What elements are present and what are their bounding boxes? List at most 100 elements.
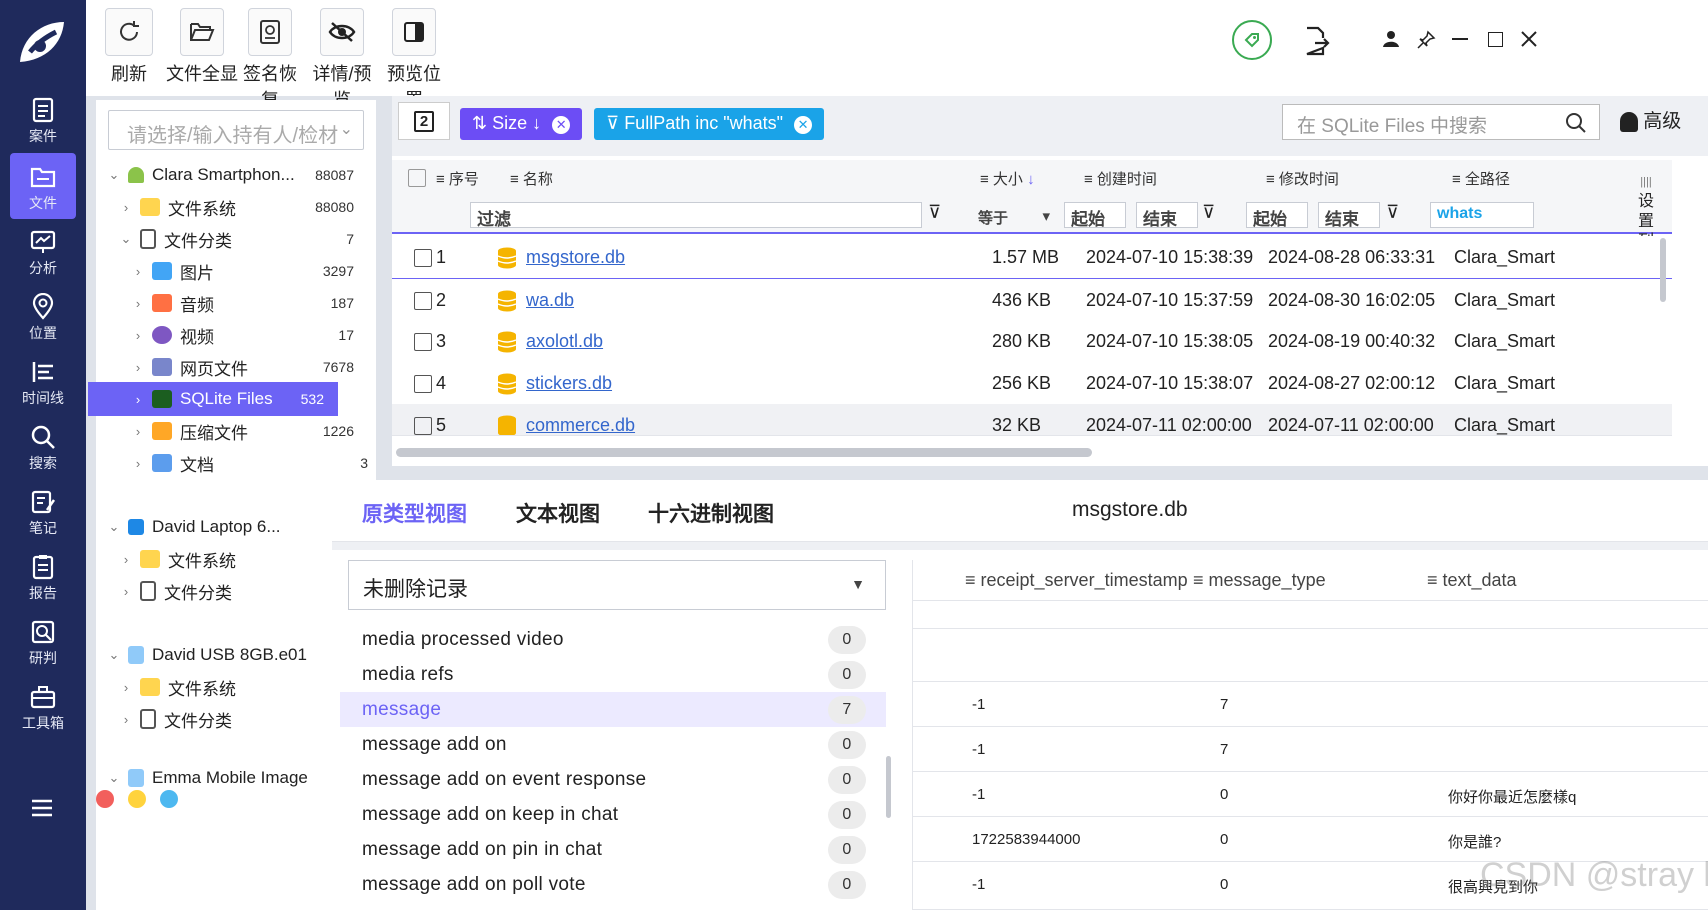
- col-text-data[interactable]: ≡ text_data: [1427, 560, 1517, 600]
- file-name-link[interactable]: axolotl.db: [526, 331, 603, 352]
- menu-icon[interactable]: [30, 798, 54, 823]
- nav-report[interactable]: 报告: [10, 543, 76, 609]
- path-filter-input[interactable]: whats: [1430, 202, 1534, 228]
- table-list-item[interactable]: media refs 0: [340, 657, 886, 692]
- tree-node-sqlite[interactable]: › SQLite Files 532: [88, 382, 338, 416]
- tree-node-david-laptop[interactable]: ⌄David Laptop 6...323: [96, 510, 368, 544]
- tree-node-categories[interactable]: ⌄ 文件分类 7: [96, 222, 368, 256]
- tree-node-david-usb[interactable]: ⌄ David USB 8GB.e01: [96, 638, 368, 672]
- table-list-item[interactable]: message add on poll vote 0: [340, 867, 886, 902]
- col-name[interactable]: ≡ 名称: [510, 168, 553, 189]
- show-all-button[interactable]: 文件全显: [164, 8, 240, 86]
- minimize-icon[interactable]: [1452, 38, 1468, 40]
- vertical-scrollbar[interactable]: [1660, 238, 1666, 302]
- col-created[interactable]: ≡ 创建时间: [1084, 168, 1157, 189]
- record-type-select[interactable]: 未删除记录 ▼: [348, 560, 886, 610]
- row-checkbox[interactable]: [414, 292, 432, 310]
- filter-icon[interactable]: ⊽: [928, 202, 941, 223]
- size-operator-select[interactable]: 等于 ▾: [972, 202, 1056, 228]
- modified-end-input[interactable]: 结束: [1318, 202, 1380, 229]
- row-checkbox[interactable]: [414, 249, 432, 267]
- tree-node-filesystem-3[interactable]: › 文件系统: [96, 670, 368, 704]
- close-icon[interactable]: [1520, 30, 1538, 53]
- path-filter-chip[interactable]: ⊽ FullPath inc "whats" ✕: [594, 108, 825, 140]
- horizontal-scrollbar[interactable]: [396, 448, 1092, 457]
- record-row[interactable]: [912, 629, 1708, 682]
- tab-hex-view[interactable]: 十六进制视图: [648, 498, 774, 528]
- tree-node-categories-2[interactable]: › 文件分类: [96, 574, 368, 608]
- record-filter-row[interactable]: [912, 601, 1708, 629]
- tree-node-categories-3[interactable]: › 文件分类: [96, 702, 368, 736]
- row-checkbox[interactable]: [414, 375, 432, 393]
- filter-icon[interactable]: ⊽: [1386, 202, 1399, 223]
- tab-native-view[interactable]: 原类型视图: [362, 498, 467, 528]
- table-row[interactable]: 4 stickers.db 256 KB 2024-07-10 15:38:07…: [392, 362, 1672, 406]
- nav-timeline[interactable]: 时间线: [10, 348, 76, 414]
- modified-start-input[interactable]: 起始: [1246, 202, 1308, 229]
- row-checkbox[interactable]: [414, 417, 432, 435]
- sig-restore-button[interactable]: 签名恢复: [236, 8, 304, 112]
- nav-notes[interactable]: 笔记: [10, 478, 76, 544]
- page-number-button[interactable]: 2: [398, 102, 450, 140]
- col-modified[interactable]: ≡ 修改时间: [1266, 168, 1339, 189]
- col-seq[interactable]: ≡ 序号: [436, 168, 479, 189]
- table-list-scrollbar[interactable]: [886, 756, 891, 818]
- export-icon[interactable]: [1304, 26, 1330, 61]
- pin-icon[interactable]: [1416, 30, 1436, 55]
- col-path[interactable]: ≡ 全路径: [1452, 168, 1510, 189]
- tree-node-filesystem-2[interactable]: ›文件系统323: [96, 542, 368, 576]
- file-name-link[interactable]: commerce.db: [526, 415, 635, 435]
- table-row[interactable]: 5 commerce.db 32 KB 2024-07-11 02:00:00 …: [392, 404, 1672, 436]
- record-row[interactable]: -1 7: [912, 727, 1708, 772]
- tree-node-web[interactable]: › 网页文件 7678: [96, 350, 368, 384]
- table-row[interactable]: 1 msgstore.db 1.57 MB 2024-07-10 15:38:3…: [392, 236, 1672, 280]
- tree-node-filesystem[interactable]: › 文件系统 88080: [96, 190, 368, 224]
- table-row[interactable]: 3 axolotl.db 280 KB 2024-07-10 15:38:05 …: [392, 320, 1672, 364]
- name-filter-input[interactable]: 过滤: [470, 202, 922, 229]
- col-size[interactable]: ≡ 大小 ↓: [980, 168, 1035, 189]
- table-list-item[interactable]: message add on event response 0: [340, 762, 886, 797]
- user-icon[interactable]: [1382, 30, 1400, 53]
- tree-node-images[interactable]: › 图片 3297: [96, 254, 368, 288]
- table-list-item[interactable]: message add on 0: [340, 727, 886, 762]
- created-end-input[interactable]: 结束: [1136, 202, 1198, 229]
- remove-chip-icon[interactable]: ✕: [794, 116, 813, 134]
- table-list-item[interactable]: media processed video 0: [340, 622, 886, 657]
- nav-toolbox[interactable]: 工具箱: [10, 673, 76, 739]
- record-row[interactable]: -1 0 你好你最近怎麼樣q: [912, 772, 1708, 817]
- file-name-link[interactable]: msgstore.db: [526, 247, 625, 268]
- maximize-icon[interactable]: [1488, 32, 1503, 47]
- row-checkbox[interactable]: [414, 333, 432, 351]
- table-list-item[interactable]: message add on pin in chat 0: [340, 832, 886, 867]
- table-list-item[interactable]: message add on keep in chat 0: [340, 797, 886, 832]
- tree-node-docs[interactable]: › 文档 3: [96, 446, 368, 480]
- select-all-checkbox[interactable]: [408, 169, 426, 187]
- tree-node-archives[interactable]: › 压缩文件 1226: [96, 414, 368, 448]
- size-sort-chip[interactable]: ⇅ Size ↓ ✕: [460, 108, 583, 140]
- filter-icon[interactable]: ⊽: [1202, 202, 1215, 223]
- search-input[interactable]: 在 SQLite Files 中搜索: [1282, 104, 1600, 140]
- nav-search[interactable]: 搜索: [10, 413, 76, 479]
- nav-case[interactable]: 案件: [10, 86, 76, 152]
- nav-files[interactable]: 文件: [10, 153, 76, 219]
- created-start-input[interactable]: 起始: [1064, 202, 1126, 229]
- advanced-search-button[interactable]: 高级: [1620, 106, 1681, 133]
- tree-node-clara[interactable]: ⌄ Clara Smartphon... 88087: [96, 158, 368, 192]
- table-row[interactable]: 2 wa.db 436 KB 2024-07-10 15:37:59 2024-…: [392, 278, 1672, 322]
- col-receipt-timestamp[interactable]: ≡ receipt_server_timestamp: [965, 560, 1188, 600]
- nav-analysis[interactable]: 分析: [10, 218, 76, 284]
- tab-text-view[interactable]: 文本视图: [516, 498, 600, 528]
- file-name-link[interactable]: stickers.db: [526, 373, 612, 394]
- file-name-link[interactable]: wa.db: [526, 290, 574, 311]
- tree-node-video[interactable]: › 视频 17: [96, 318, 368, 352]
- detail-preview-button[interactable]: 详情/预览: [306, 8, 378, 112]
- col-message-type[interactable]: ≡ message_type: [1193, 560, 1326, 600]
- nav-location[interactable]: 位置: [10, 283, 76, 349]
- tree-node-audio[interactable]: › 音频 187: [96, 286, 368, 320]
- status-icon[interactable]: [1232, 20, 1272, 60]
- table-list-item[interactable]: message 7: [340, 692, 886, 727]
- remove-chip-icon[interactable]: ✕: [552, 116, 571, 134]
- refresh-button[interactable]: 刷新: [104, 8, 154, 86]
- record-row[interactable]: -1 7: [912, 682, 1708, 727]
- nav-judge[interactable]: 研判: [10, 608, 76, 674]
